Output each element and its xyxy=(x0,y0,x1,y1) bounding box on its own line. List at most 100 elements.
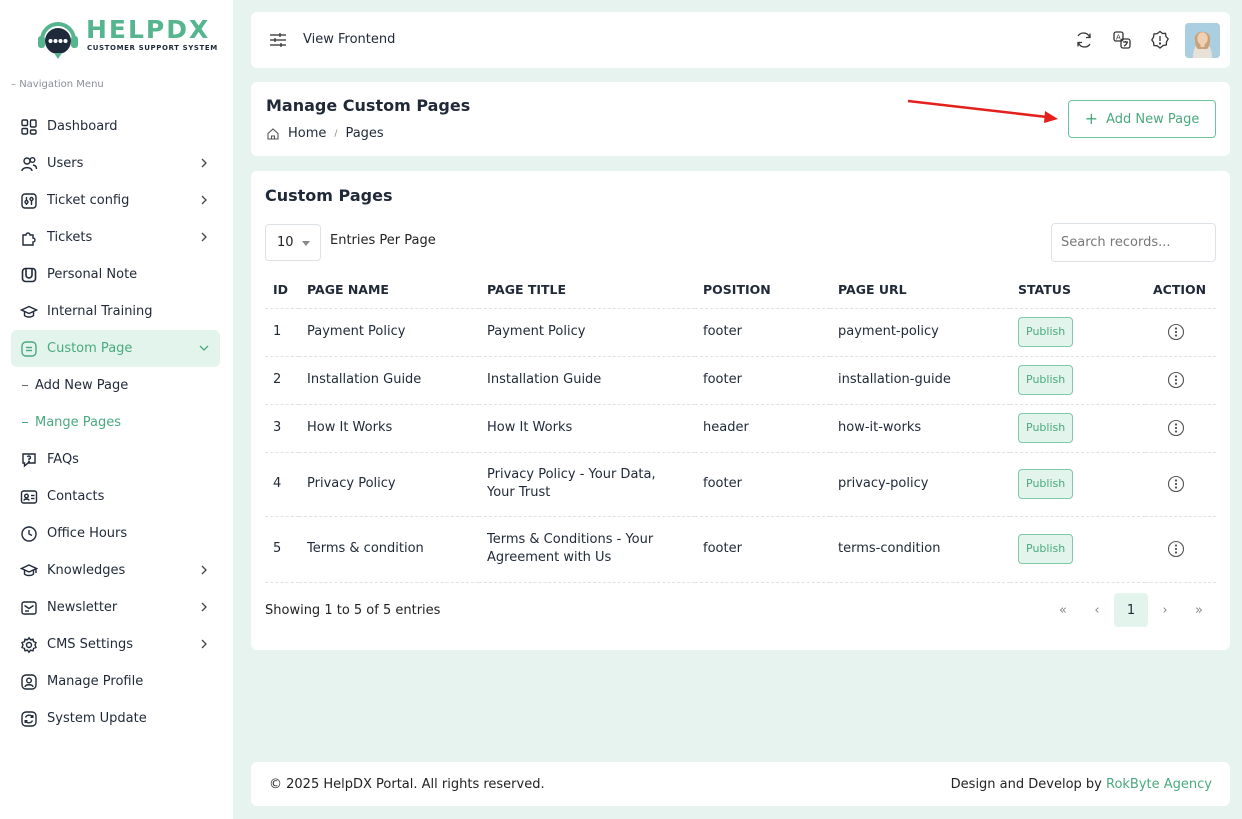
more-options-icon[interactable] xyxy=(1167,323,1185,341)
page-header: Manage Custom Pages Home / Pages + Add N… xyxy=(251,82,1230,156)
sidebar-item-label: FAQs xyxy=(47,452,79,467)
sidebar-item-label: Contacts xyxy=(47,489,105,504)
cell-page-title: Terms & Conditions - Your Agreement with… xyxy=(479,516,695,583)
sidebar-item-cms-settings[interactable]: CMS Settings xyxy=(11,626,220,663)
add-new-page-label: Add New Page xyxy=(1106,111,1200,127)
more-options-icon[interactable] xyxy=(1167,475,1185,493)
cell-id: 1 xyxy=(265,308,299,357)
sidebar-item-knowledges[interactable]: Knowledges xyxy=(11,552,220,589)
home-icon xyxy=(267,127,279,140)
sidebar-subitem-label: Add New Page xyxy=(35,378,129,393)
gear-icon xyxy=(21,636,37,653)
add-new-page-button[interactable]: + Add New Page xyxy=(1068,100,1216,138)
more-options-icon[interactable] xyxy=(1167,540,1185,558)
status-badge: Publish xyxy=(1018,469,1074,499)
sliders-toggle-icon[interactable] xyxy=(269,32,287,48)
developer-credit: Design and Develop by RokByte Agency xyxy=(951,777,1212,792)
sidebar-subitem-add-new-page[interactable]: Add New Page xyxy=(11,367,220,404)
sidebar-item-ticket-config[interactable]: Ticket config xyxy=(11,182,220,219)
page-title: Manage Custom Pages xyxy=(266,96,471,115)
sidebar-item-faqs[interactable]: FAQs xyxy=(11,441,220,478)
entries-per-page-value: 10 xyxy=(277,235,294,250)
sidebar-item-label: Office Hours xyxy=(47,526,128,541)
page-icon xyxy=(21,340,37,357)
table-row: 3 How It Works How It Works header how-i… xyxy=(265,404,1216,453)
column-header: POSITION xyxy=(695,271,830,309)
view-frontend-link[interactable]: View Frontend xyxy=(303,32,395,47)
cell-page-name: Terms & condition xyxy=(299,516,479,583)
profile-icon xyxy=(21,673,37,690)
sidebar-item-label: Internal Training xyxy=(47,304,153,319)
status-badge: Publish xyxy=(1018,365,1074,395)
cell-page-name: Installation Guide xyxy=(299,356,479,405)
table-row: 4 Privacy Policy Privacy Policy - Your D… xyxy=(265,452,1216,517)
cell-position: header xyxy=(695,404,830,453)
note-icon xyxy=(21,267,37,282)
user-avatar-icon xyxy=(1185,23,1220,58)
brand-name: HELPDX xyxy=(86,15,211,44)
column-header: STATUS xyxy=(1010,271,1145,309)
sidebar-nav: Dashboard Users Ticket config Tickets Pe… xyxy=(11,108,220,737)
pager-first-button[interactable]: « xyxy=(1046,593,1080,627)
sidebar-item-dashboard[interactable]: Dashboard xyxy=(11,108,220,145)
newsletter-icon xyxy=(21,600,37,615)
contact-card-icon xyxy=(20,489,38,504)
sidebar-item-contacts[interactable]: Contacts xyxy=(11,478,220,515)
cell-id: 5 xyxy=(265,516,299,583)
sidebar-item-label: System Update xyxy=(47,711,147,726)
more-options-icon[interactable] xyxy=(1167,371,1185,389)
knowledge-icon xyxy=(20,563,38,576)
sidebar-item-system-update[interactable]: System Update xyxy=(11,700,220,737)
cell-page-url: payment-policy xyxy=(830,308,1010,357)
brand-tagline: CUSTOMER SUPPORT SYSTEM xyxy=(87,44,218,52)
cell-page-title: Privacy Policy - Your Data, Your Trust xyxy=(479,452,695,517)
pages-table: ID PAGE NAME PAGE TITLE POSITION PAGE UR… xyxy=(265,271,1216,583)
table-row: 5 Terms & condition Terms & Conditions -… xyxy=(265,516,1216,583)
status-badge: Publish xyxy=(1018,413,1074,443)
chevron-right-icon xyxy=(201,602,207,612)
breadcrumb-home[interactable]: Home xyxy=(288,126,326,141)
cell-position: footer xyxy=(695,356,830,405)
cell-id: 2 xyxy=(265,356,299,405)
chevron-right-icon xyxy=(201,158,207,168)
sidebar-item-manage-profile[interactable]: Manage Profile xyxy=(11,663,220,700)
top-bar: View Frontend A xyxy=(251,12,1230,68)
pager-prev-button[interactable]: ‹ xyxy=(1080,593,1114,627)
more-options-icon[interactable] xyxy=(1167,419,1185,437)
caret-down-icon xyxy=(302,241,310,246)
sidebar-item-personal-note[interactable]: Personal Note xyxy=(11,256,220,293)
sub-dash xyxy=(22,385,28,386)
search-input[interactable] xyxy=(1051,223,1216,262)
cell-page-url: terms-condition xyxy=(830,516,1010,583)
cell-page-name: How It Works xyxy=(299,404,479,453)
alert-icon[interactable] xyxy=(1150,30,1170,50)
cell-action xyxy=(1145,404,1216,453)
sidebar-item-tickets[interactable]: Tickets xyxy=(11,219,220,256)
cell-action xyxy=(1145,308,1216,357)
sidebar-item-label: Custom Page xyxy=(47,341,133,356)
clock-icon xyxy=(21,525,37,542)
chevron-right-icon xyxy=(201,195,207,205)
breadcrumb-current: Pages xyxy=(345,126,384,141)
chevron-right-icon xyxy=(201,639,207,649)
sidebar-item-internal-training[interactable]: Internal Training xyxy=(11,293,220,330)
cell-page-url: privacy-policy xyxy=(830,452,1010,517)
sidebar-item-office-hours[interactable]: Office Hours xyxy=(11,515,220,552)
cell-page-name: Privacy Policy xyxy=(299,452,479,517)
sidebar-item-users[interactable]: Users xyxy=(11,145,220,182)
pager-next-button[interactable]: › xyxy=(1148,593,1182,627)
developer-credit-prefix: Design and Develop by xyxy=(950,777,1106,792)
sidebar-item-newsletter[interactable]: Newsletter xyxy=(11,589,220,626)
breadcrumb-separator: / xyxy=(334,128,338,139)
pager-page-1[interactable]: 1 xyxy=(1114,593,1148,627)
cell-action xyxy=(1145,356,1216,405)
sidebar-subitem-manage-pages[interactable]: Mange Pages xyxy=(11,404,220,441)
pager-last-button[interactable]: » xyxy=(1182,593,1216,627)
entries-per-page-select[interactable]: 10 xyxy=(265,224,321,261)
sidebar-item-custom-page[interactable]: Custom Page xyxy=(11,330,220,367)
sync-icon[interactable] xyxy=(1074,30,1094,50)
brand-logo[interactable]: HELPDX CUSTOMER SUPPORT SYSTEM xyxy=(34,14,217,62)
agency-link[interactable]: RokByte Agency xyxy=(1106,777,1212,792)
avatar[interactable] xyxy=(1185,23,1220,58)
translate-icon[interactable]: A xyxy=(1112,30,1132,50)
